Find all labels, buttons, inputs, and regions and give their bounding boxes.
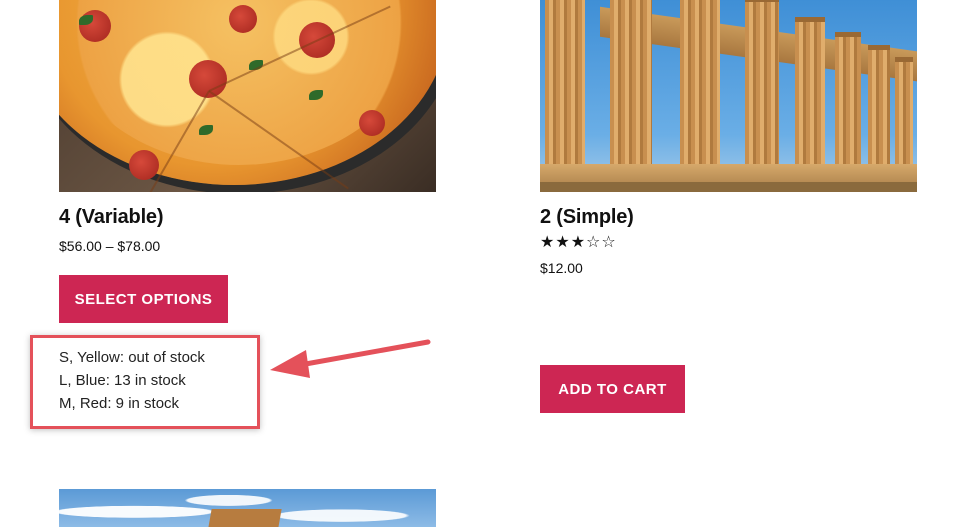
product-image-temple[interactable] — [540, 0, 917, 192]
temple-column — [795, 17, 825, 172]
product-title[interactable]: 4 (Variable) — [59, 206, 164, 229]
product-price: $56.00 – $78.00 — [59, 238, 161, 254]
star-empty-icon: ☆ — [586, 234, 601, 251]
building-shape — [206, 509, 282, 527]
temple-column — [545, 0, 585, 172]
select-options-button[interactable]: SELECT OPTIONS — [59, 275, 228, 323]
stock-line: M, Red: 9 in stock — [59, 395, 180, 412]
temple-steps — [540, 182, 917, 192]
star-filled-icon: ★ — [555, 234, 570, 251]
product-image-pizza[interactable] — [59, 0, 436, 192]
pepperoni — [229, 5, 257, 33]
star-rating: ★ ★ ★ ☆ ☆ — [540, 235, 616, 251]
product-image-building[interactable] — [59, 489, 436, 527]
star-empty-icon: ☆ — [601, 234, 616, 251]
temple-column — [745, 0, 779, 172]
stock-line: L, Blue: 13 in stock — [59, 372, 186, 389]
pepperoni — [129, 150, 159, 180]
product-title[interactable]: 2 (Simple) — [540, 206, 634, 229]
temple-column — [610, 0, 652, 172]
add-to-cart-button[interactable]: ADD TO CART — [540, 365, 685, 413]
pepperoni — [359, 110, 385, 136]
product-price: $12.00 — [540, 260, 583, 276]
star-filled-icon: ★ — [540, 234, 555, 251]
annotation-arrow-icon — [270, 339, 431, 378]
temple-column — [835, 32, 861, 172]
temple-column — [680, 0, 720, 172]
temple-column — [895, 57, 913, 172]
temple-column — [868, 45, 890, 172]
star-filled-icon: ★ — [570, 234, 586, 251]
stock-line: S, Yellow: out of stock — [59, 349, 205, 366]
